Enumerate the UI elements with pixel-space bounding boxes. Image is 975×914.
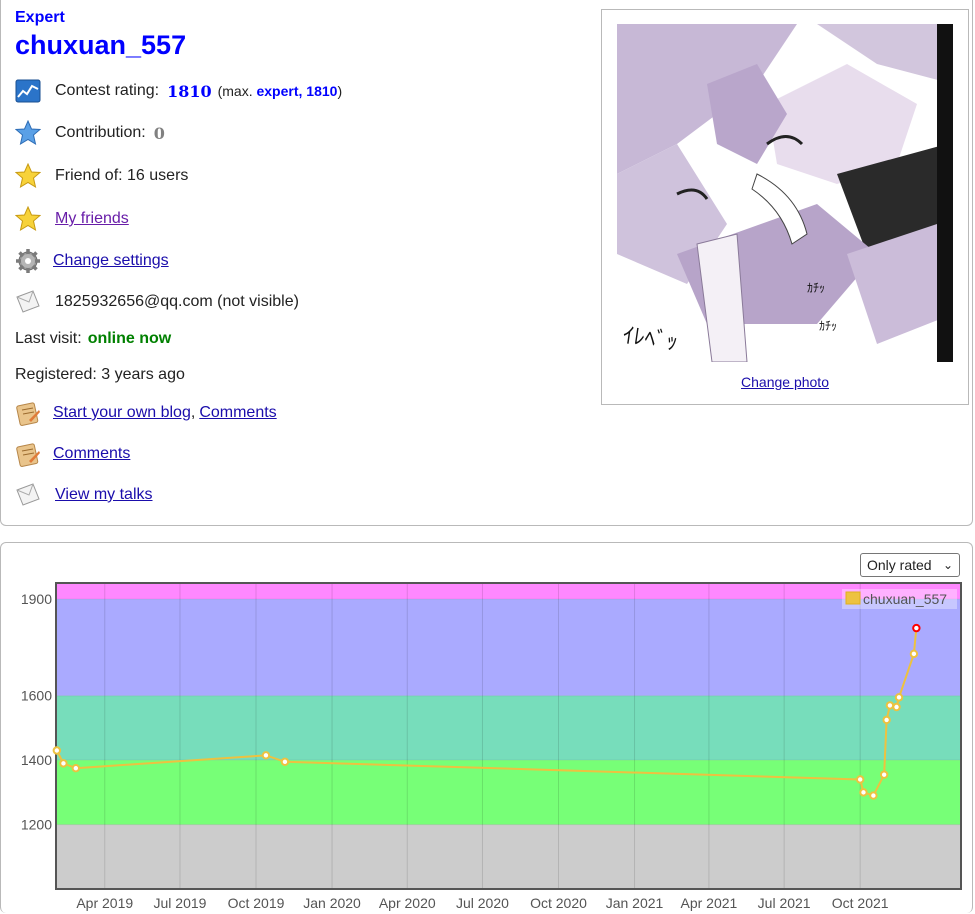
rating-chart-box: Apr 2019 Jul 2019 Oct 2019 Jan 2020 Apr 2020… [0,542,973,913]
rating-label: Contest rating: [55,82,160,99]
rating-point [855,775,865,784]
rating-point [59,759,68,768]
blog-notepad-icon [15,400,41,426]
x-tick-label: Jul 2021 [758,895,811,911]
rating-point [892,702,901,712]
contest-rating-row: Contest rating: 1810 (max. expert, 1810) [15,78,342,104]
email-row: 1825932656@qq.com (not visible) [15,289,299,315]
rating-band [56,583,961,600]
comments-row: Comments [15,441,130,467]
y-tick-label: 1200 [21,817,52,833]
x-tick-label: Jul 2020 [456,895,509,911]
rating-point [71,764,81,773]
change-settings-row: Change settings [15,248,169,274]
rating-graph-icon [15,78,41,104]
y-tick-label: 1400 [21,752,52,768]
change-settings-link[interactable]: Change settings [53,252,169,270]
last-visit-value: online now [87,330,172,347]
rating-filter-select[interactable]: Only rated ⌄ [860,553,960,577]
rating-point [882,715,891,725]
x-tick-label: Jan 2021 [606,895,664,911]
profile-box: Expert chuxuan_557 Contest rating: 1810 … [0,0,973,526]
registered-text: Registered: 3 years ago [15,366,185,383]
rating-band [56,695,961,761]
max-suffix: ) [337,83,343,99]
last-visit-label: Last visit: [15,330,82,347]
rating-band [56,760,961,825]
max-prefix: (max. [217,83,253,99]
photo-onomatopoeia-3: ｶﾁｯ [819,319,837,333]
avatar-frame: ｲﾚﾍﾞｯ ｶﾁｯ ｶﾁｯ Change photo [601,9,969,405]
friend-of-row: Friend of: 16 users [15,163,188,189]
rating-band [56,824,961,889]
view-talks-link[interactable]: View my talks [55,486,153,504]
rating-point [879,770,889,779]
comments-link[interactable]: Comments [53,445,130,463]
legend-swatch [845,591,861,605]
rating-point [894,693,904,702]
envelope-icon [15,482,41,508]
rating-point [280,757,290,766]
rating-point [859,788,868,797]
x-tick-label: Oct 2020 [530,895,587,911]
x-tick-label: Oct 2019 [228,895,285,911]
x-tick-label: Apr 2021 [681,895,738,911]
change-photo-link[interactable]: Change photo [602,374,968,390]
rating-point [869,791,878,800]
talks-row: View my talks [15,482,153,508]
x-tick-label: Jul 2019 [154,895,207,911]
contribution-value: 0 [153,123,165,143]
photo-onomatopoeia-2: ｶﾁｯ [807,281,825,295]
rating-point [52,746,62,755]
x-tick-label: Jan 2020 [303,895,361,911]
blog-comments-link[interactable]: Comments [199,404,276,422]
rating-point [885,701,895,710]
friend-of-text: Friend of: 16 users [55,167,189,184]
rating-value: 1810 [167,81,212,101]
rating-point [261,751,271,760]
y-tick-label: 1900 [21,591,52,607]
registered-row: Registered: 3 years ago [15,366,185,384]
rating-filter-value: Only rated [867,557,932,573]
x-tick-label: Oct 2021 [832,895,889,911]
comments-notepad-icon [15,441,41,467]
user-handle[interactable]: chuxuan_557 [15,30,186,61]
avatar-image: ｲﾚﾍﾞｯ ｶﾁｯ ｶﾁｯ [617,24,953,362]
gear-icon [15,248,41,274]
email-text: 1825932656@qq.com (not visible) [55,293,299,310]
contribution-label: Contribution: [55,124,146,141]
star-icon [15,206,41,232]
start-blog-link[interactable]: Start your own blog [53,404,191,422]
rating-chart: Apr 2019 Jul 2019 Oct 2019 Jan 2020 Apr 2020… [21,582,962,911]
rating-point [909,649,919,659]
x-tick-label: Apr 2019 [76,895,133,911]
x-tick-label: Apr 2020 [379,895,436,911]
blog-separator: , [190,404,196,421]
my-friends-row: My friends [15,206,129,232]
user-rank: Expert [15,9,65,26]
my-friends-link[interactable]: My friends [55,210,129,228]
last-visit-row: Last visit: online now [15,330,171,348]
contribution-row: Contribution: 0 [15,120,165,146]
envelope-icon [15,289,41,315]
legend-label: chuxuan_557 [863,591,947,607]
max-rank-rating: expert, 1810 [256,83,338,99]
star-icon [15,163,41,189]
max-rating: (max. expert, 1810) [218,83,343,99]
rating-band [56,599,961,696]
y-tick-label: 1600 [21,688,52,704]
rating-point [912,623,921,633]
blog-row: Start your own blog, Comments [15,400,277,426]
chevron-down-icon: ⌄ [942,558,953,572]
blue-star-icon [15,120,41,146]
